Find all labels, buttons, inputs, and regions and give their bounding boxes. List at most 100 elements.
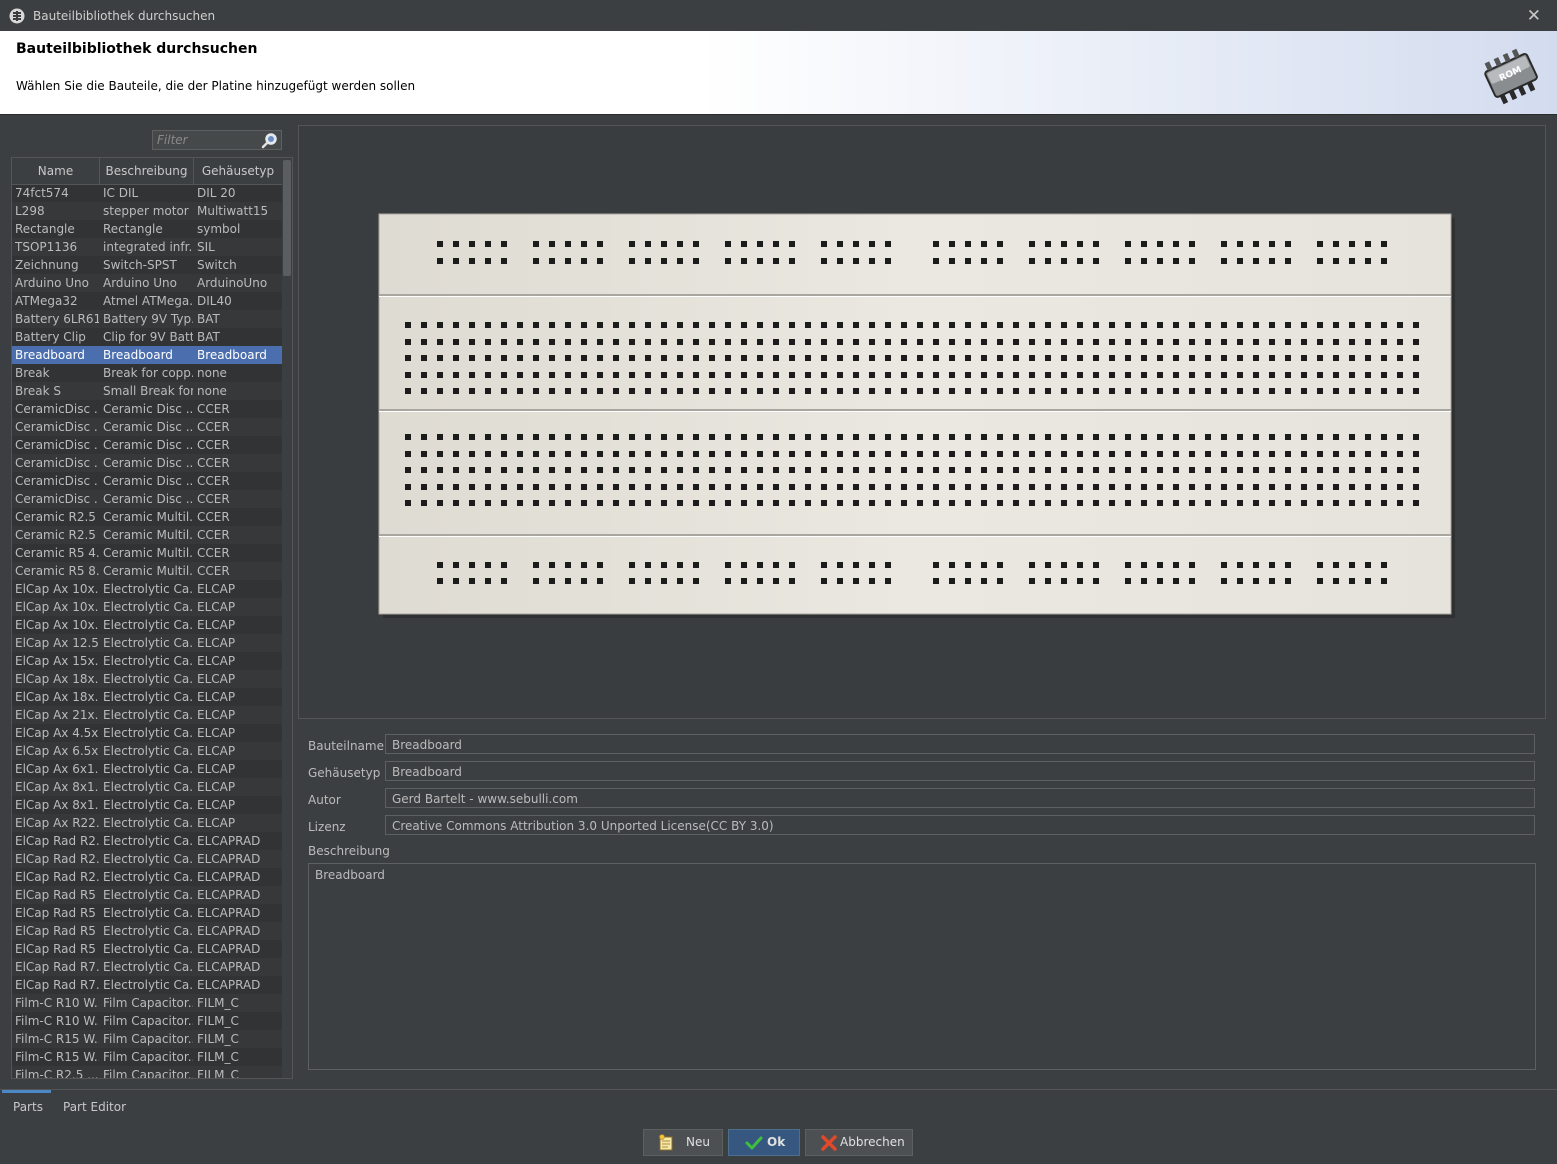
breadboard-hole [1141, 434, 1147, 440]
table-row[interactable]: ElCap Ax 10x... Electrolytic Ca... ELCAP [12, 580, 282, 598]
author-field[interactable]: Gerd Bartelt - www.sebulli.com [385, 788, 1535, 808]
breadboard-hole [1413, 434, 1419, 440]
table-row[interactable]: ElCap Rad R2.... Electrolytic Ca... ELCAPR… [12, 868, 282, 886]
table-row[interactable]: Break S Small Break for... none [12, 382, 282, 400]
breadboard-hole [1189, 562, 1195, 568]
table-row[interactable]: Zeichnung Switch-SPST Switch [12, 256, 282, 274]
breadboard-hole [1045, 241, 1051, 247]
table-row[interactable]: ElCap Ax 15x... Electrolytic Ca... ELCAP [12, 652, 282, 670]
table-row[interactable]: Break Break for copp... none [12, 364, 282, 382]
cell-package: ELCAP [197, 654, 236, 668]
breadboard-hole [693, 372, 699, 378]
table-row[interactable]: Battery Clip Clip for 9V Batt... BAT [12, 328, 282, 346]
breadboard-hole [517, 322, 523, 328]
table-row[interactable]: Film-C R15 W... Film Capacitor... FILM_C [12, 1048, 282, 1066]
table-row[interactable]: L298 stepper motor ... Multiwatt15 [12, 202, 282, 220]
table-row[interactable]: Ceramic R5 4... Ceramic Multil... CCER [12, 544, 282, 562]
table-row[interactable]: Battery 6LR61 Battery 9V Typ... BAT [12, 310, 282, 328]
table-row[interactable]: ElCap Ax 6.5x... Electrolytic Ca... ELCAP [12, 742, 282, 760]
table-row[interactable]: ElCap Rad R2.... Electrolytic Ca... ELCAPR… [12, 850, 282, 868]
table-row[interactable]: ElCap Rad R7.... Electrolytic Ca... ELCAPR… [12, 976, 282, 994]
cancel-button[interactable]: Abbrechen [805, 1129, 913, 1156]
table-row[interactable]: Rectangle Rectangle symbol [12, 220, 282, 238]
table-row[interactable]: ElCap Ax 18x... Electrolytic Ca... ELCAP [12, 688, 282, 706]
table-row[interactable]: CeramicDisc ... Ceramic Disc ... CCER [12, 472, 282, 490]
breadboard-hole [1285, 355, 1291, 361]
table-scrollbar-thumb[interactable] [283, 160, 291, 276]
table-row[interactable]: 74fct574 IC DIL DIL 20 [12, 184, 282, 202]
table-row[interactable]: ATMega32 Atmel ATMega... DIL40 [12, 292, 282, 310]
breadboard-hole [981, 372, 987, 378]
breadboard-hole [1029, 451, 1035, 457]
filter-box[interactable] [152, 130, 282, 150]
table-row[interactable]: TSOP1136 integrated infr... SIL [12, 238, 282, 256]
table-row[interactable]: Film-C R2.5 ... Film Capacitor... FILM_C [12, 1066, 282, 1078]
breadboard-hole [485, 484, 491, 490]
package-field[interactable]: Breadboard [385, 761, 1535, 781]
table-row[interactable]: CeramicDisc ... Ceramic Disc ... CCER [12, 454, 282, 472]
tab-parts[interactable]: Parts [13, 1100, 43, 1114]
breadboard-hole [725, 484, 731, 490]
breadboard-hole [1077, 372, 1083, 378]
ok-button[interactable]: Ok [728, 1129, 800, 1156]
filter-input[interactable] [157, 133, 257, 147]
cell-package: ELCAP [197, 582, 236, 596]
table-row[interactable]: ElCap Ax 4.5x... Electrolytic Ca... ELCAP [12, 724, 282, 742]
breadboard-hole [1269, 500, 1275, 506]
breadboard-hole [613, 434, 619, 440]
table-row[interactable]: Ceramic R2.5 ... Ceramic Multil... CCER [12, 526, 282, 544]
breadboard-hole [725, 372, 731, 378]
table-row[interactable]: ElCap Ax 8x1... Electrolytic Ca... ELCAP [12, 796, 282, 814]
table-row[interactable]: ElCap Rad R5 ... Electrolytic Ca... ELCAPR… [12, 940, 282, 958]
close-icon[interactable]: ✕ [1527, 6, 1541, 26]
breadboard-hole [1333, 372, 1339, 378]
breadboard-hole [837, 467, 843, 473]
table-row[interactable]: ElCap Ax R22.... Electrolytic Ca... ELCAP [12, 814, 282, 832]
table-row[interactable]: CeramicDisc ... Ceramic Disc ... CCER [12, 418, 282, 436]
table-row[interactable]: Breadboard Breadboard Breadboard [12, 346, 282, 364]
breadboard-hole [533, 258, 539, 264]
table-row[interactable]: ElCap Ax 8x1... Electrolytic Ca... ELCAP [12, 778, 282, 796]
table-row[interactable]: ElCap Ax 10x... Electrolytic Ca... ELCAP [12, 616, 282, 634]
breadboard-hole [1237, 562, 1243, 568]
cell-package: FILM_C [197, 996, 239, 1010]
window-titlebar: Bauteilbibliothek durchsuchen ✕ [0, 0, 1557, 31]
table-row[interactable]: Film-C R10 W... Film Capacitor... FILM_C [12, 994, 282, 1012]
breadboard-hole [581, 258, 587, 264]
table-row[interactable]: Film-C R10 W... Film Capacitor... FILM_C [12, 1012, 282, 1030]
license-field[interactable]: Creative Commons Attribution 3.0 Unporte… [385, 815, 1535, 835]
search-icon[interactable] [261, 132, 278, 149]
table-row[interactable]: ElCap Rad R5 ... Electrolytic Ca... ELCAPR… [12, 886, 282, 904]
column-header-description[interactable]: Beschreibung [100, 158, 194, 184]
cell-description: Electrolytic Ca... [103, 726, 193, 740]
table-row[interactable]: ElCap Rad R5 ... Electrolytic Ca... ELCAPR… [12, 922, 282, 940]
cell-package: none [197, 366, 227, 380]
table-row[interactable]: ElCap Ax 10x... Electrolytic Ca... ELCAP [12, 598, 282, 616]
table-row[interactable]: Ceramic R5 8... Ceramic Multil... CCER [12, 562, 282, 580]
table-row[interactable]: Film-C R15 W... Film Capacitor... FILM_C [12, 1030, 282, 1048]
table-row[interactable]: ElCap Rad R5 ... Electrolytic Ca... ELCAPR… [12, 904, 282, 922]
description-textarea[interactable]: Breadboard [308, 863, 1536, 1070]
table-row[interactable]: ElCap Ax 6x1... Electrolytic Ca... ELCAP [12, 760, 282, 778]
table-row[interactable]: CeramicDisc ... Ceramic Disc ... CCER [12, 436, 282, 454]
table-row[interactable]: CeramicDisc ... Ceramic Disc ... CCER [12, 400, 282, 418]
column-header-name[interactable]: Name [12, 158, 100, 184]
table-row[interactable]: ElCap Ax 12.5... Electrolytic Ca... ELCAP [12, 634, 282, 652]
table-row[interactable]: ElCap Ax 18x... Electrolytic Ca... ELCAP [12, 670, 282, 688]
new-button[interactable]: Neu [643, 1129, 723, 1156]
cell-name: Ceramic R5 4... [15, 546, 99, 560]
column-header-package[interactable]: Gehäusetyp [194, 158, 282, 184]
table-row[interactable]: ElCap Rad R2.... Electrolytic Ca... ELCAPR… [12, 832, 282, 850]
breadboard-image [378, 213, 1455, 618]
table-row[interactable]: ElCap Rad R7.... Electrolytic Ca... ELCAPR… [12, 958, 282, 976]
cell-description: Ceramic Disc ... [103, 420, 193, 434]
tab-part-editor[interactable]: Part Editor [63, 1100, 126, 1114]
breadboard-hole [661, 562, 667, 568]
table-row[interactable]: CeramicDisc ... Ceramic Disc ... CCER [12, 490, 282, 508]
part-name-field[interactable]: Breadboard [385, 734, 1535, 754]
cell-description: stepper motor ... [103, 204, 193, 218]
table-row[interactable]: ElCap Ax 21x... Electrolytic Ca... ELCAP [12, 706, 282, 724]
table-row[interactable]: Arduino Uno Arduino Uno ArduinoUno [12, 274, 282, 292]
table-scrollbar[interactable] [282, 158, 292, 1078]
table-row[interactable]: Ceramic R2.5 ... Ceramic Multil... CCER [12, 508, 282, 526]
